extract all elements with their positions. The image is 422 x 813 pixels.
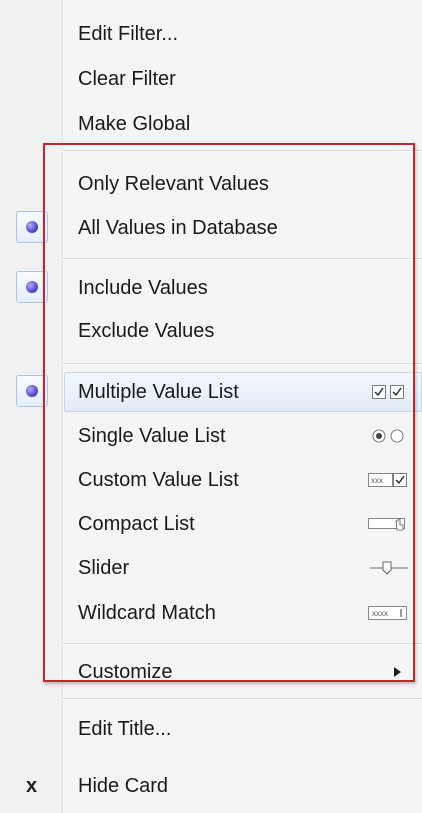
menu-item-custom-value-list[interactable]: Custom Value List xxx: [0, 458, 422, 502]
menu-item-label: Hide Card: [78, 775, 169, 797]
custom-value-list-icon: xxx: [368, 473, 407, 487]
menu-item-single-value-list[interactable]: Single Value List: [0, 414, 422, 458]
radio-selected-icon: [16, 211, 48, 243]
menu-item-label: All Values in Database: [78, 217, 278, 239]
menu-separator: [62, 643, 422, 645]
menu-item-label: Include Values: [78, 277, 208, 299]
menu-item-label: Exclude Values: [78, 320, 215, 342]
slider-icon: [370, 561, 408, 575]
menu-item-label: Clear Filter: [78, 68, 176, 90]
menu-separator: [62, 698, 422, 700]
menu-item-hide-card[interactable]: x Hide Card: [0, 764, 422, 808]
radio-selected-icon: [16, 375, 48, 407]
menu-item-make-global[interactable]: Make Global: [0, 102, 422, 146]
dropdown-list-icon: [368, 518, 405, 531]
menu-item-wildcard-match[interactable]: Wildcard Match xxxx: [0, 591, 422, 635]
menu-item-label: Compact List: [78, 513, 195, 535]
radio-pair-icon: [372, 429, 404, 443]
menu-item-label: Multiple Value List: [78, 381, 239, 403]
wildcard-field-icon: xxxx: [368, 606, 407, 620]
checkbox-pair-icon: [372, 385, 404, 399]
radio-selected-icon: [16, 271, 48, 303]
menu-separator: [62, 258, 422, 260]
menu-item-exclude-values[interactable]: Exclude Values: [0, 309, 422, 353]
menu-item-label: Edit Title...: [78, 718, 172, 740]
menu-item-slider[interactable]: Slider: [0, 546, 422, 590]
menu-item-only-relevant-values[interactable]: Only Relevant Values: [0, 162, 422, 206]
menu-item-label: Single Value List: [78, 425, 226, 447]
custom-value-list-icon-text: xxx: [371, 476, 383, 485]
context-menu: Edit Filter... Clear Filter Make Global …: [0, 0, 422, 813]
menu-item-multiple-value-list[interactable]: Multiple Value List: [0, 370, 422, 414]
menu-item-customize[interactable]: Customize: [0, 650, 422, 694]
menu-item-label: Slider: [78, 557, 130, 579]
menu-item-label: Edit Filter...: [78, 23, 179, 45]
menu-item-label: Custom Value List: [78, 469, 239, 491]
menu-item-label: Customize: [78, 661, 173, 683]
menu-item-label: Wildcard Match: [78, 602, 216, 624]
menu-separator: [62, 363, 422, 365]
close-x-icon: x: [26, 775, 38, 797]
menu-item-label: Only Relevant Values: [78, 173, 269, 195]
wildcard-field-icon-text: xxxx: [372, 609, 388, 618]
menu-item-clear-filter[interactable]: Clear Filter: [0, 57, 422, 101]
menu-item-label: Make Global: [78, 113, 191, 135]
menu-item-include-values[interactable]: Include Values: [0, 266, 422, 310]
submenu-arrow-icon: [394, 667, 401, 677]
menu-item-edit-title[interactable]: Edit Title...: [0, 707, 422, 751]
menu-separator: [62, 150, 422, 152]
menu-item-edit-filter[interactable]: Edit Filter...: [0, 12, 422, 56]
menu-item-compact-list[interactable]: Compact List: [0, 502, 422, 546]
menu-item-all-values-in-database[interactable]: All Values in Database: [0, 206, 422, 250]
